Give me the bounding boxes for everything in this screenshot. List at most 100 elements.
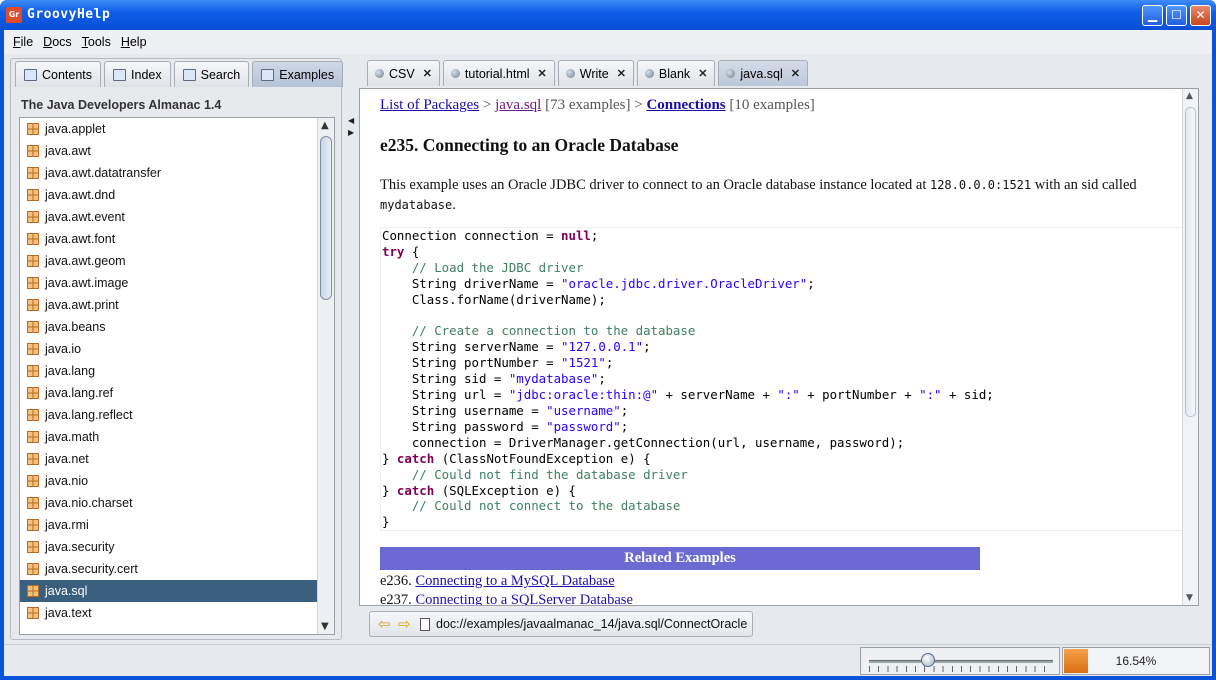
address-text: doc://examples/javaalmanac_14/java.sql/C… — [436, 617, 748, 631]
menu-file[interactable]: File — [8, 35, 38, 49]
close-tab-icon[interactable]: ✕ — [617, 67, 626, 80]
document-view[interactable]: List of Packages > java.sql [73 examples… — [359, 88, 1199, 606]
address-bar[interactable]: ⇦ ⇨ doc://examples/javaalmanac_14/java.s… — [369, 611, 753, 637]
doc-tab-csv[interactable]: CSV ✕ — [367, 60, 440, 86]
package-item[interactable]: java.awt.print — [20, 294, 318, 316]
package-icon — [27, 211, 39, 223]
related-link-sqlserver[interactable]: Connecting to a SQLServer Database — [415, 592, 632, 605]
tab-label: Examples — [279, 67, 335, 82]
scroll-up-icon[interactable]: ▲ — [321, 120, 329, 131]
package-icon — [27, 145, 39, 157]
scroll-down-icon[interactable]: ▼ — [1186, 593, 1193, 603]
breadcrumb-connections[interactable]: Connections — [646, 97, 725, 113]
package-item[interactable]: java.applet — [20, 118, 318, 140]
package-item[interactable]: java.awt.geom — [20, 250, 318, 272]
package-list[interactable]: java.applet java.awt java.awt.datatransfer… — [19, 117, 335, 635]
close-tab-icon[interactable]: ✕ — [791, 67, 800, 80]
tab-search[interactable]: Search — [173, 61, 250, 87]
code-token: ; — [620, 418, 629, 434]
package-label: java.lang — [45, 364, 96, 378]
close-button[interactable]: ✕ — [1190, 5, 1211, 26]
code-block: Connection connection = null; try { // L… — [380, 227, 1192, 531]
doc-tab-blank[interactable]: Blank ✕ — [636, 60, 716, 86]
minimize-button[interactable]: ▁ — [1142, 5, 1163, 26]
collapse-left-icon[interactable]: ◀ — [348, 116, 354, 125]
package-item[interactable]: java.sql — [20, 580, 318, 602]
package-item[interactable]: java.awt.datatransfer — [20, 162, 318, 184]
menu-docs[interactable]: Docs — [38, 35, 76, 49]
package-item[interactable]: java.beans — [20, 316, 318, 338]
package-item[interactable]: java.awt — [20, 140, 318, 162]
scroll-down-icon[interactable]: ▼ — [321, 621, 329, 632]
package-item[interactable]: java.awt.font — [20, 228, 318, 250]
package-item[interactable]: java.lang — [20, 360, 318, 382]
tab-contents[interactable]: Contents — [15, 61, 102, 87]
code-token: ":" — [777, 387, 800, 403]
scroll-thumb[interactable] — [320, 136, 332, 300]
maximize-button[interactable]: ☐ — [1166, 5, 1187, 26]
page-icon — [726, 69, 736, 78]
package-item[interactable]: java.awt.event — [20, 206, 318, 228]
package-label: java.sql — [45, 584, 88, 598]
package-item[interactable]: java.rmi — [20, 514, 318, 536]
package-item[interactable]: java.security.cert — [20, 558, 318, 580]
scroll-up-icon[interactable]: ▲ — [1186, 91, 1193, 101]
code-token: "password" — [546, 418, 621, 434]
close-tab-icon[interactable]: ✕ — [538, 67, 547, 80]
doc-tab-write[interactable]: Write ✕ — [557, 60, 634, 86]
doc-tab-java-sql[interactable]: java.sql ✕ — [718, 60, 809, 86]
code-text: Connection connection = null; try { // L… — [382, 228, 1191, 530]
package-icon — [27, 453, 39, 465]
menu-tools[interactable]: Tools — [77, 35, 116, 49]
package-item[interactable]: java.awt.image — [20, 272, 318, 294]
package-list-scrollbar[interactable]: ▲ ▼ — [317, 118, 334, 634]
package-item[interactable]: java.nio.charset — [20, 492, 318, 514]
forward-arrow-icon[interactable]: ⇨ — [398, 617, 414, 632]
breadcrumb-list-of-packages[interactable]: List of Packages — [380, 97, 479, 113]
package-icon — [27, 233, 39, 245]
title-bar[interactable]: Gr GroovyHelp ▁ ☐ ✕ — [0, 0, 1216, 30]
code-token: String serverName = — [382, 339, 562, 355]
slider-knob[interactable] — [921, 653, 935, 667]
code-token: connection = DriverManager.getConnection… — [382, 434, 905, 450]
doc-tab-label: tutorial.html — [464, 66, 530, 81]
zoom-slider[interactable] — [860, 647, 1060, 675]
tab-label: Contents — [42, 67, 93, 82]
package-icon — [27, 255, 39, 267]
package-item[interactable]: java.math — [20, 426, 318, 448]
close-tab-icon[interactable]: ✕ — [698, 67, 707, 80]
code-token: catch — [396, 482, 435, 498]
menu-help[interactable]: Help — [116, 35, 152, 49]
breadcrumb-java-sql[interactable]: java.sql — [495, 97, 541, 113]
package-label: java.awt.datatransfer — [45, 166, 162, 180]
code-token: } — [382, 450, 397, 466]
collapse-right-icon[interactable]: ▶ — [348, 128, 354, 137]
package-item[interactable]: java.lang.ref — [20, 382, 318, 404]
package-label: java.security.cert — [45, 562, 138, 576]
scroll-thumb[interactable] — [1185, 107, 1196, 417]
package-item[interactable]: java.lang.reflect — [20, 404, 318, 426]
package-item[interactable]: java.nio — [20, 470, 318, 492]
related-link-mysql[interactable]: Connecting to a MySQL Database — [415, 573, 614, 589]
code-token: (ClassNotFoundException e) { — [434, 450, 651, 466]
tab-examples[interactable]: Examples — [252, 61, 344, 87]
package-label: java.awt.event — [45, 210, 125, 224]
intro-text-3: . — [452, 197, 456, 213]
breadcrumb-topic-count: [10 examples] — [725, 97, 815, 113]
package-icon — [27, 365, 39, 377]
package-item[interactable]: java.security — [20, 536, 318, 558]
package-item[interactable]: java.awt.dnd — [20, 184, 318, 206]
package-label: java.nio.charset — [45, 496, 133, 510]
doc-tab-tutorial-html[interactable]: tutorial.html ✕ — [442, 60, 555, 86]
close-tab-icon[interactable]: ✕ — [423, 67, 432, 80]
package-label: java.awt — [45, 144, 91, 158]
code-token: + sid; — [941, 387, 994, 403]
document-scrollbar[interactable]: ▲ ▼ — [1182, 89, 1198, 605]
package-item[interactable]: java.net — [20, 448, 318, 470]
package-item[interactable]: java.io — [20, 338, 318, 360]
intro-sid: mydatabase — [380, 198, 453, 212]
split-pane-divider[interactable]: ◀ ▶ — [346, 54, 356, 644]
package-item[interactable]: java.text — [20, 602, 318, 624]
tab-index[interactable]: Index — [104, 61, 171, 87]
back-arrow-icon[interactable]: ⇦ — [378, 617, 394, 632]
